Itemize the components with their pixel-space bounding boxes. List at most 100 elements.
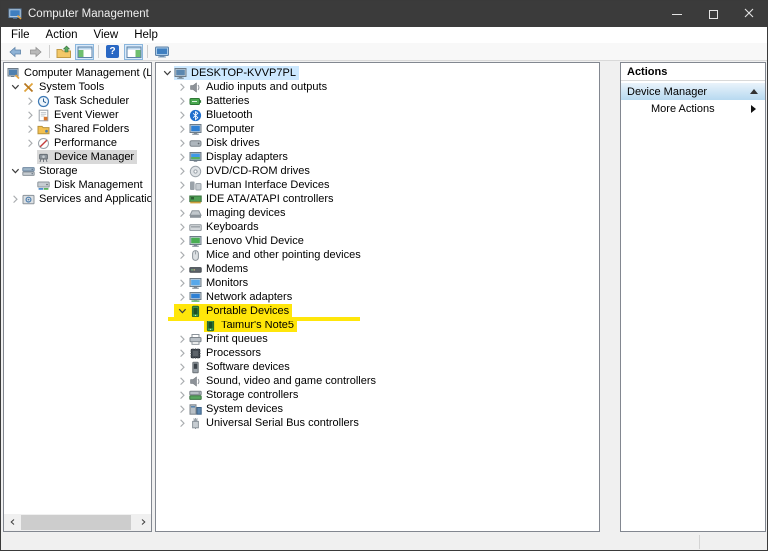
device-tree-item-bluetooth[interactable]: Bluetooth <box>156 108 599 122</box>
remote-desktop-icon[interactable] <box>152 44 171 60</box>
chevron-collapsed-icon[interactable] <box>174 136 189 150</box>
device-tree-item-processors[interactable]: Processors <box>156 346 599 360</box>
scroll-left-button[interactable] <box>4 514 21 531</box>
console-tree-item-computer-management-local[interactable]: Computer Management (Local <box>4 66 151 80</box>
console-tree-icon[interactable] <box>75 43 94 60</box>
device-tree-item-software-devices[interactable]: Software devices <box>156 360 599 374</box>
storage-icon <box>22 165 35 178</box>
device-tree-item-system-devices[interactable]: System devices <box>156 402 599 416</box>
device-tree-item-audio-inputs-and-outputs[interactable]: Audio inputs and outputs <box>156 80 599 94</box>
chevron-collapsed-icon[interactable] <box>174 360 189 374</box>
chevron-collapsed-icon[interactable] <box>174 80 189 94</box>
back-icon[interactable] <box>5 44 24 60</box>
chevron-collapsed-icon[interactable] <box>174 388 189 402</box>
device-tree-item-print-queues[interactable]: Print queues <box>156 332 599 346</box>
chevron-collapsed-icon[interactable] <box>174 192 189 206</box>
horizontal-scrollbar[interactable] <box>4 514 151 531</box>
disc-icon <box>189 165 202 178</box>
chevron-collapsed-icon[interactable] <box>22 136 37 150</box>
disk-management-icon <box>37 179 50 192</box>
minimize-button[interactable] <box>659 1 695 27</box>
device-tree-item-dvd-cd-rom-drives[interactable]: DVD/CD-ROM drives <box>156 164 599 178</box>
chevron-collapsed-icon[interactable] <box>174 416 189 430</box>
maximize-button[interactable] <box>695 1 731 27</box>
console-tree-item-system-tools[interactable]: System Tools <box>4 80 151 94</box>
chevron-collapsed-icon[interactable] <box>174 150 189 164</box>
device-tree-item-portable-devices[interactable]: Portable Devices <box>156 304 599 321</box>
device-tree-item-monitors[interactable]: Monitors <box>156 276 599 290</box>
console-tree-item-device-manager[interactable]: Device Manager <box>4 150 151 164</box>
chevron-collapsed-icon[interactable] <box>22 122 37 136</box>
tree-item-label: Storage controllers <box>206 389 299 401</box>
device-tree-item-display-adapters[interactable]: Display adapters <box>156 150 599 164</box>
tree-item-label: Services and Applications <box>39 193 152 205</box>
device-tree-item-disk-drives[interactable]: Disk drives <box>156 136 599 150</box>
device-tree-item-modems[interactable]: Modems <box>156 262 599 276</box>
close-button[interactable] <box>731 1 767 27</box>
chevron-collapsed-icon[interactable] <box>174 122 189 136</box>
chevron-collapsed-icon[interactable] <box>174 402 189 416</box>
chevron-collapsed-icon[interactable] <box>22 108 37 122</box>
statusbar-divider <box>699 535 700 549</box>
forward-icon[interactable] <box>26 44 45 60</box>
tree-item-label: DVD/CD-ROM drives <box>206 165 310 177</box>
console-tree-item-disk-management[interactable]: Disk Management <box>4 178 151 192</box>
console-tree-item-performance[interactable]: Performance <box>4 136 151 150</box>
menu-help[interactable]: Help <box>126 27 166 43</box>
chevron-collapsed-icon[interactable] <box>174 220 189 234</box>
chevron-expanded-icon[interactable] <box>7 80 22 94</box>
scrollbar-thumb[interactable] <box>21 515 131 530</box>
chevron-collapsed-icon[interactable] <box>174 94 189 108</box>
device-tree-item-sound-video-and-game-controllers[interactable]: Sound, video and game controllers <box>156 374 599 388</box>
console-tree-item-services-and-applications[interactable]: Services and Applications <box>4 192 151 206</box>
action-pane-icon[interactable] <box>124 43 143 60</box>
chevron-collapsed-icon[interactable] <box>174 346 189 360</box>
console-tree-item-storage[interactable]: Storage <box>4 164 151 178</box>
device-tree-item-lenovo-vhid-device[interactable]: Lenovo Vhid Device <box>156 234 599 248</box>
imaging-icon <box>189 207 202 220</box>
device-tree-item-universal-serial-bus-controllers[interactable]: Universal Serial Bus controllers <box>156 416 599 430</box>
device-tree-item-storage-controllers[interactable]: Storage controllers <box>156 388 599 402</box>
chevron-collapsed-icon[interactable] <box>174 178 189 192</box>
device-tree-item-computer[interactable]: Computer <box>156 122 599 136</box>
chevron-collapsed-icon[interactable] <box>22 94 37 108</box>
chevron-collapsed-icon[interactable] <box>174 332 189 346</box>
tree-item-label: System Tools <box>39 81 105 93</box>
console-tree-item-task-scheduler[interactable]: Task Scheduler <box>4 94 151 108</box>
chevron-collapsed-icon[interactable] <box>174 164 189 178</box>
menu-action[interactable]: Action <box>38 27 86 43</box>
chevron-expanded-icon[interactable] <box>174 304 189 318</box>
monitor-icon <box>189 123 202 136</box>
console-tree-item-event-viewer[interactable]: Event Viewer <box>4 108 151 122</box>
device-tree-item-mice-and-other-pointing-devices[interactable]: Mice and other pointing devices <box>156 248 599 262</box>
collapse-icon[interactable] <box>750 89 758 94</box>
chevron-collapsed-icon[interactable] <box>174 262 189 276</box>
scroll-right-button[interactable] <box>134 514 151 531</box>
help-icon[interactable]: ? <box>103 44 122 60</box>
device-tree-item-ide-ata-atapi-controllers[interactable]: IDE ATA/ATAPI controllers <box>156 192 599 206</box>
menu-file[interactable]: File <box>3 27 38 43</box>
chevron-collapsed-icon[interactable] <box>174 234 189 248</box>
tree-item-label: Batteries <box>206 95 250 107</box>
more-actions-item[interactable]: More Actions <box>621 100 765 117</box>
device-tree-item-batteries[interactable]: Batteries <box>156 94 599 108</box>
chevron-collapsed-icon[interactable] <box>174 290 189 304</box>
device-tree-item-desktop-kvvp7pl[interactable]: DESKTOP-KVVP7PL <box>156 66 599 80</box>
chevron-collapsed-icon[interactable] <box>174 374 189 388</box>
chevron-expanded-icon[interactable] <box>7 164 22 178</box>
chevron-collapsed-icon[interactable] <box>174 206 189 220</box>
menu-view[interactable]: View <box>86 27 127 43</box>
device-tree-item-keyboards[interactable]: Keyboards <box>156 220 599 234</box>
chevron-collapsed-icon[interactable] <box>174 276 189 290</box>
actions-group-device-manager[interactable]: Device Manager <box>621 83 765 100</box>
chevron-collapsed-icon[interactable] <box>174 248 189 262</box>
chevron-collapsed-icon[interactable] <box>7 192 22 206</box>
tree-item-body: Bluetooth <box>189 108 255 122</box>
chevron-collapsed-icon[interactable] <box>174 108 189 122</box>
device-tree-item-human-interface-devices[interactable]: Human Interface Devices <box>156 178 599 192</box>
chevron-expanded-icon[interactable] <box>159 66 174 80</box>
device-tree-item-network-adapters[interactable]: Network adapters <box>156 290 599 304</box>
device-tree-item-imaging-devices[interactable]: Imaging devices <box>156 206 599 220</box>
up-folder-icon[interactable] <box>54 44 73 60</box>
console-tree-item-shared-folders[interactable]: Shared Folders <box>4 122 151 136</box>
